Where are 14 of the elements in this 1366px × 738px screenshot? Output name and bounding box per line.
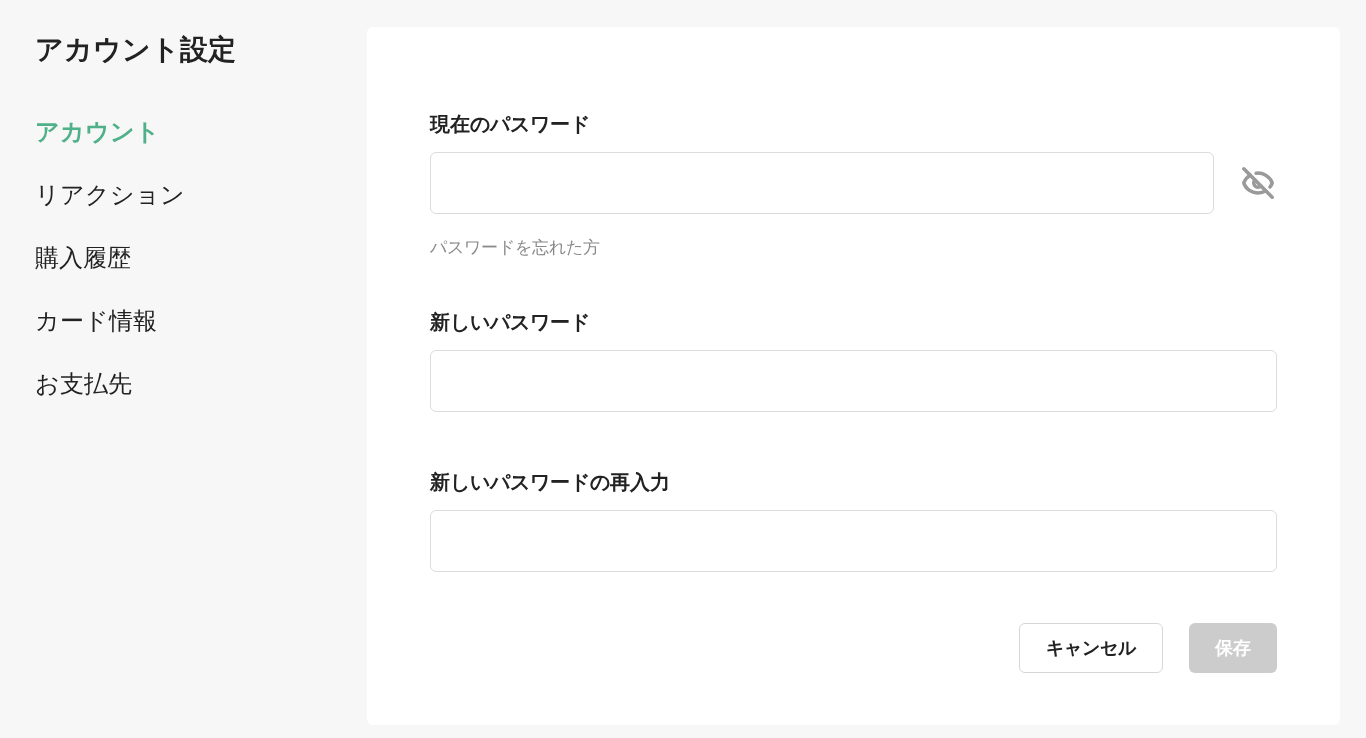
password-field[interactable]: [430, 510, 1277, 572]
password-field[interactable]: [430, 152, 1214, 214]
field-label: 新しいパスワード: [430, 310, 591, 335]
hide-password-icon[interactable]: [1241, 166, 1275, 200]
sidebar-item[interactable]: カード情報: [35, 301, 157, 341]
sidebar-item[interactable]: お支払先: [35, 364, 132, 404]
field-label: 現在のパスワード: [430, 112, 591, 137]
password-field[interactable]: [430, 350, 1277, 412]
page-title: アカウント設定: [35, 33, 237, 67]
sidebar-item[interactable]: 購入履歴: [35, 238, 131, 278]
field-label: 新しいパスワードの再入力: [430, 470, 671, 495]
cancel-button[interactable]: キャンセル: [1019, 623, 1163, 673]
forgot-password-link[interactable]: パスワードを忘れた方: [430, 236, 1277, 260]
sidebar-item[interactable]: リアクション: [35, 175, 185, 215]
